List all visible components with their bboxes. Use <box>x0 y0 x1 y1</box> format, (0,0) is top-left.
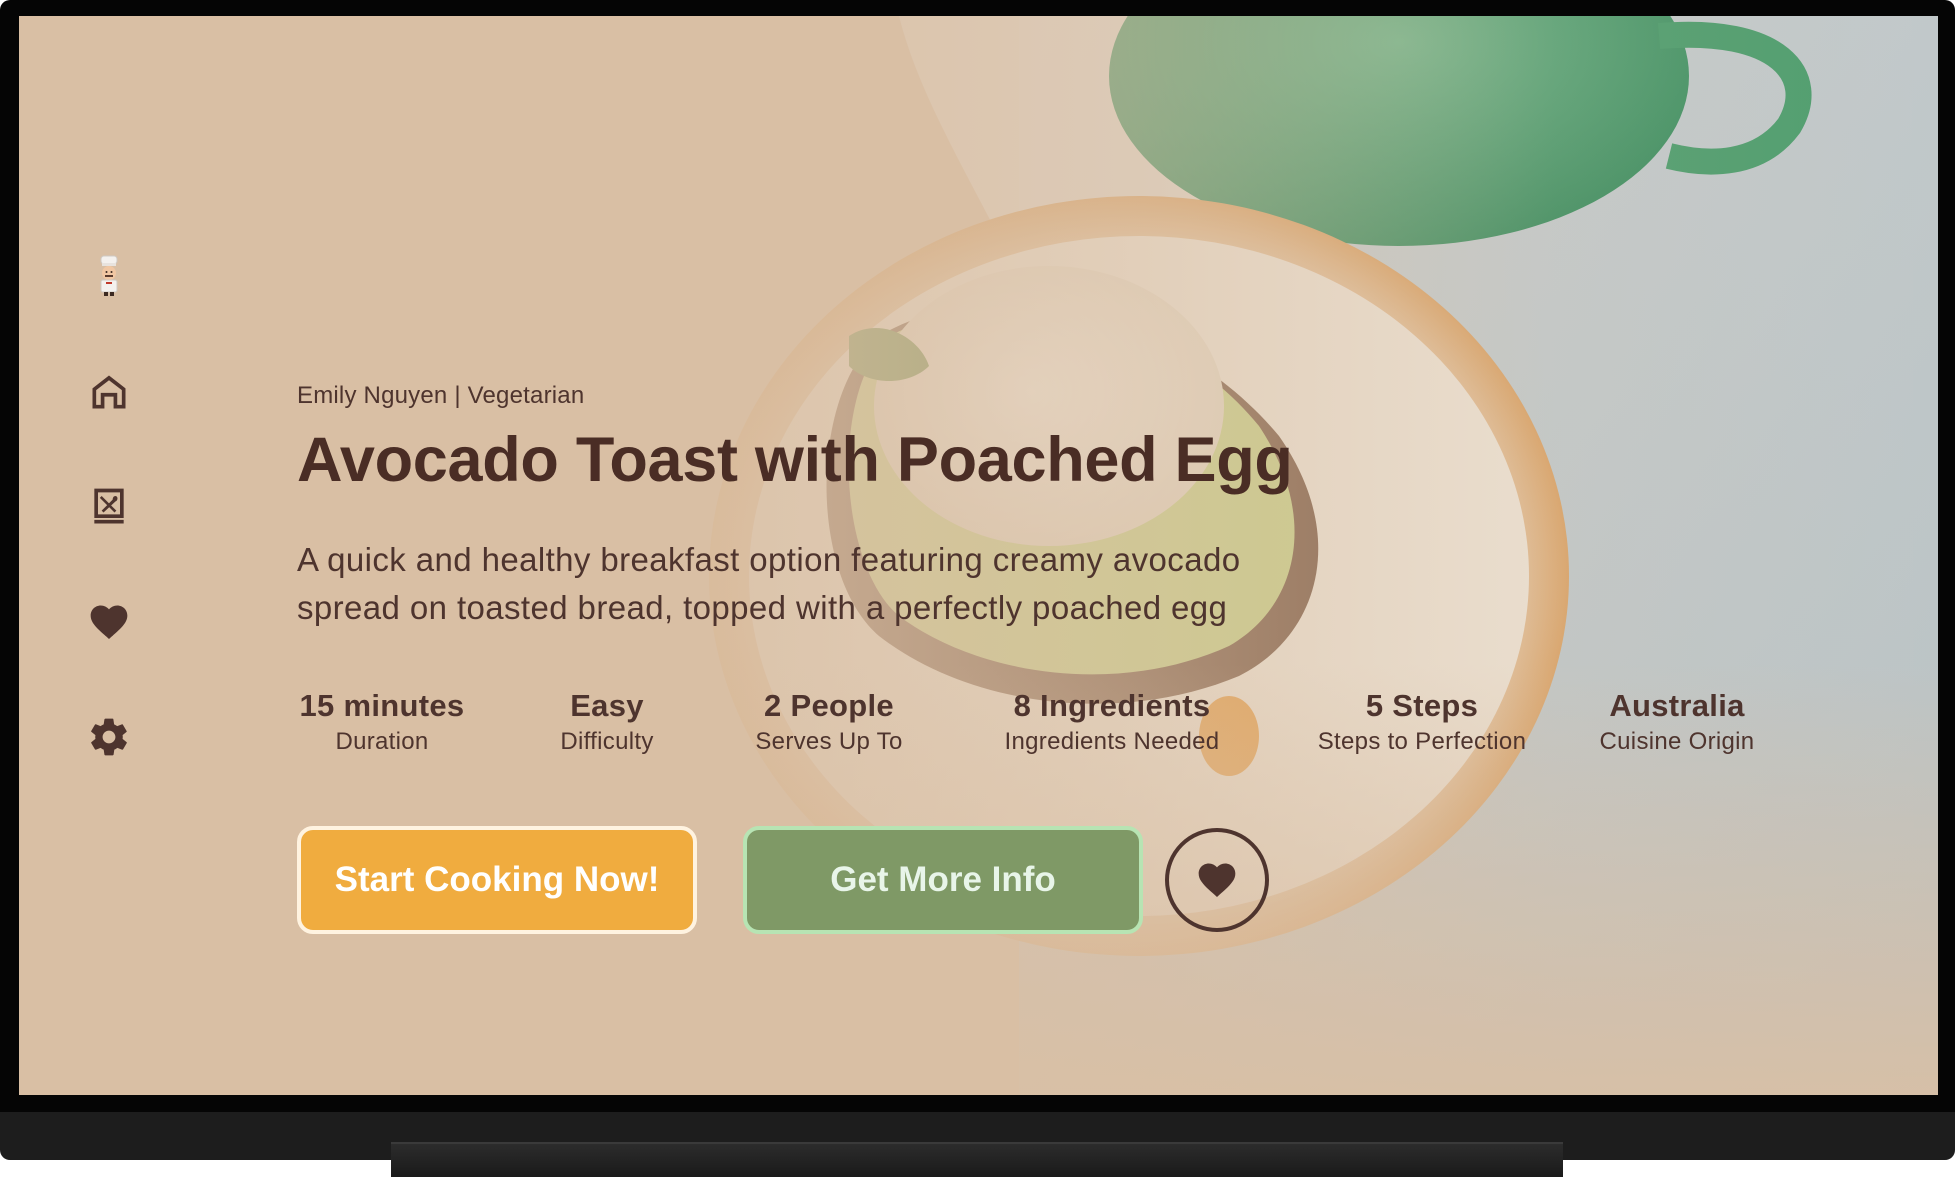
stat-value: Australia <box>1609 688 1745 723</box>
recipe-hero: Emily Nguyen | Vegetarian Avocado Toast … <box>297 16 1797 1095</box>
stat-label: Duration <box>335 728 429 755</box>
gear-icon <box>91 718 127 756</box>
tv-screen: Emily Nguyen | Vegetarian Avocado Toast … <box>19 16 1938 1095</box>
favorite-button[interactable] <box>1165 828 1269 932</box>
stat-label: Difficulty <box>560 728 654 755</box>
stat-value: 15 minutes <box>299 688 465 723</box>
tv-stand <box>391 1142 1563 1177</box>
recipe-meta: Emily Nguyen | Vegetarian <box>297 382 585 409</box>
get-more-info-button[interactable]: Get More Info <box>743 826 1143 934</box>
stat-label: Ingredients Needed <box>1004 728 1220 755</box>
nav-item-home[interactable] <box>69 352 149 432</box>
nav-item-favorites[interactable] <box>69 582 149 662</box>
stat-label: Steps to Perfection <box>1317 728 1527 755</box>
stat-ingredients: 8 Ingredients Ingredients Needed <box>997 688 1227 756</box>
start-cooking-button[interactable]: Start Cooking Now! <box>297 826 697 934</box>
nav-item-profile[interactable] <box>69 236 149 316</box>
stat-steps: 5 Steps Steps to Perfection <box>1307 688 1537 756</box>
stat-value: 5 Steps <box>1365 688 1479 723</box>
stat-cuisine: Australia Cuisine Origin <box>1592 688 1762 756</box>
stat-servings: 2 People Serves Up To <box>749 688 909 756</box>
stat-duration: 15 minutes Duration <box>297 688 467 756</box>
stat-label: Serves Up To <box>755 728 903 755</box>
recipe-stats: 15 minutes Duration Easy Difficulty 2 Pe… <box>297 688 1797 768</box>
chef-avatar-icon <box>100 255 118 296</box>
navigation-rail <box>69 236 149 876</box>
stat-value: Easy <box>570 688 644 723</box>
stat-value: 2 People <box>764 688 894 723</box>
recipe-title: Avocado Toast with Poached Egg <box>297 425 1293 495</box>
recipe-description: A quick and healthy breakfast option fea… <box>297 541 1241 626</box>
nav-item-recipes[interactable] <box>69 467 149 547</box>
nav-item-settings[interactable] <box>69 697 149 777</box>
stat-value: 8 Ingredients <box>1013 688 1211 723</box>
heart-icon <box>1198 863 1236 898</box>
home-icon <box>92 375 126 409</box>
stat-difficulty: Easy Difficulty <box>542 688 672 756</box>
recipe-book-icon <box>94 488 124 524</box>
stat-label: Cuisine Origin <box>1599 728 1755 755</box>
heart-icon <box>90 605 128 640</box>
